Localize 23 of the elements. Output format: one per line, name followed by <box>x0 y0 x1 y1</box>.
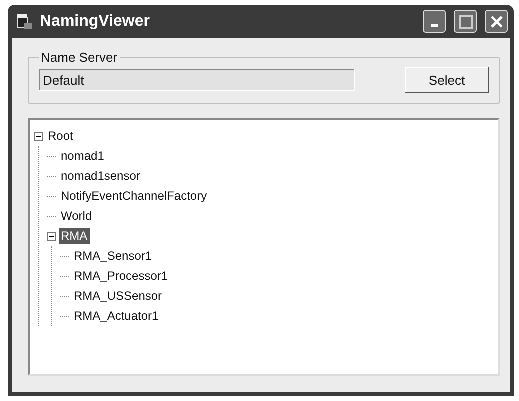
tree-item[interactable]: NotifyEventChannelFactory <box>59 188 210 204</box>
window-title: NamingViewer <box>40 12 151 30</box>
tree-item[interactable]: nomad1sensor <box>59 168 142 184</box>
collapse-icon[interactable] <box>34 132 43 140</box>
collapse-icon[interactable] <box>47 232 56 240</box>
close-icon <box>490 14 504 28</box>
group-label: Name Server <box>40 50 119 65</box>
server-field[interactable]: Default <box>39 69 355 91</box>
select-button[interactable]: Select <box>405 67 489 93</box>
minimize-button[interactable] <box>423 10 446 33</box>
tree-item[interactable]: RMA_USSensor <box>72 288 164 304</box>
tree-item[interactable]: RMA_Processor1 <box>72 268 170 284</box>
minimize-icon <box>431 24 438 27</box>
maximize-button[interactable] <box>454 10 477 33</box>
tree-item[interactable]: RMA_Sensor1 <box>72 248 154 264</box>
tree-item[interactable]: World <box>59 208 94 224</box>
tree-item[interactable]: RMA_Actuator1 <box>72 308 161 324</box>
tree-item[interactable]: Root <box>46 128 76 144</box>
app-icon <box>16 12 34 30</box>
maximize-icon <box>458 14 472 28</box>
tree-item[interactable]: nomad1 <box>59 148 106 164</box>
tree-item[interactable]: RMA <box>59 228 90 244</box>
close-button[interactable] <box>485 10 508 33</box>
